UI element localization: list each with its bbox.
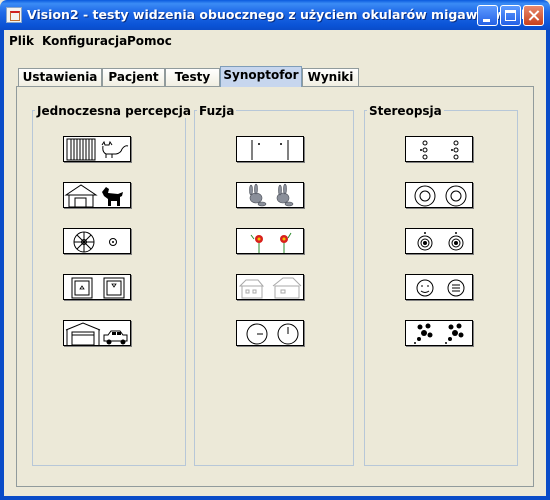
flowers-button[interactable]: [236, 228, 304, 254]
tab-testy[interactable]: Testy: [165, 68, 220, 86]
house-dog-button[interactable]: [63, 182, 131, 208]
dot-clusters-icon: [414, 323, 464, 344]
garage-car-button[interactable]: [63, 320, 131, 346]
dot-clusters-button[interactable]: [405, 320, 473, 346]
square-triangle-icon: [71, 277, 125, 299]
tab-pacjent[interactable]: Pacjent: [102, 68, 165, 86]
app-icon[interactable]: [6, 7, 22, 23]
dot-pairs-icon: [420, 140, 459, 160]
concentric-rings-button[interactable]: [405, 228, 473, 254]
window-title: Vision2 - testy widzenia obuocznego z uż…: [27, 7, 530, 22]
cage-cat-button[interactable]: [63, 136, 131, 162]
faces-button[interactable]: [405, 274, 473, 300]
window-frame-right: [546, 30, 550, 500]
tab-synoptofor[interactable]: Synoptofor: [220, 66, 302, 87]
flowers-icon: [250, 232, 292, 253]
window-frame-left: [0, 30, 4, 500]
group-title-stereopsja: Stereopsja: [367, 104, 444, 118]
group-title-jednoczesna-percepcja: Jednoczesna percepcja: [35, 104, 193, 118]
barns-button[interactable]: [236, 274, 304, 300]
tab-ustawienia[interactable]: Ustawienia: [18, 68, 102, 86]
wheel-dot-button[interactable]: [63, 228, 131, 254]
rabbits-button[interactable]: [236, 182, 304, 208]
menu-konfiguracja[interactable]: Konfiguracja: [42, 34, 127, 48]
rings-icon: [414, 185, 467, 207]
rabbits-icon: [249, 183, 294, 207]
clocks-icon: [246, 323, 299, 345]
tab-wyniki[interactable]: Wyniki: [302, 68, 359, 86]
concentric-rings-icon: [417, 232, 464, 251]
minimize-button[interactable]: [477, 5, 498, 26]
square-triangle-button[interactable]: [63, 274, 131, 300]
garage-car-icon: [65, 322, 128, 346]
wheel-dot-icon: [73, 231, 117, 253]
close-button[interactable]: [523, 5, 544, 26]
title-bar[interactable]: Vision2 - testy widzenia obuocznego z uż…: [0, 0, 550, 30]
window-frame-bottom: [0, 496, 550, 500]
dot-pairs-button[interactable]: [405, 136, 473, 162]
menu-plik[interactable]: Plik: [9, 34, 34, 48]
lines-dots-icon: [251, 140, 289, 160]
clocks-button[interactable]: [236, 320, 304, 346]
group-title-fuzja: Fuzja: [197, 104, 237, 118]
faces-icon: [416, 279, 465, 297]
cage-cat-icon: [66, 138, 129, 161]
menu-pomoc[interactable]: Pomoc: [127, 34, 172, 48]
menu-bar: Plik Konfiguracja Pomoc: [4, 30, 546, 52]
lines-dots-button[interactable]: [236, 136, 304, 162]
house-dog-icon: [64, 184, 123, 208]
maximize-button[interactable]: [500, 5, 521, 26]
rings-button[interactable]: [405, 182, 473, 208]
barns-icon: [238, 277, 302, 299]
